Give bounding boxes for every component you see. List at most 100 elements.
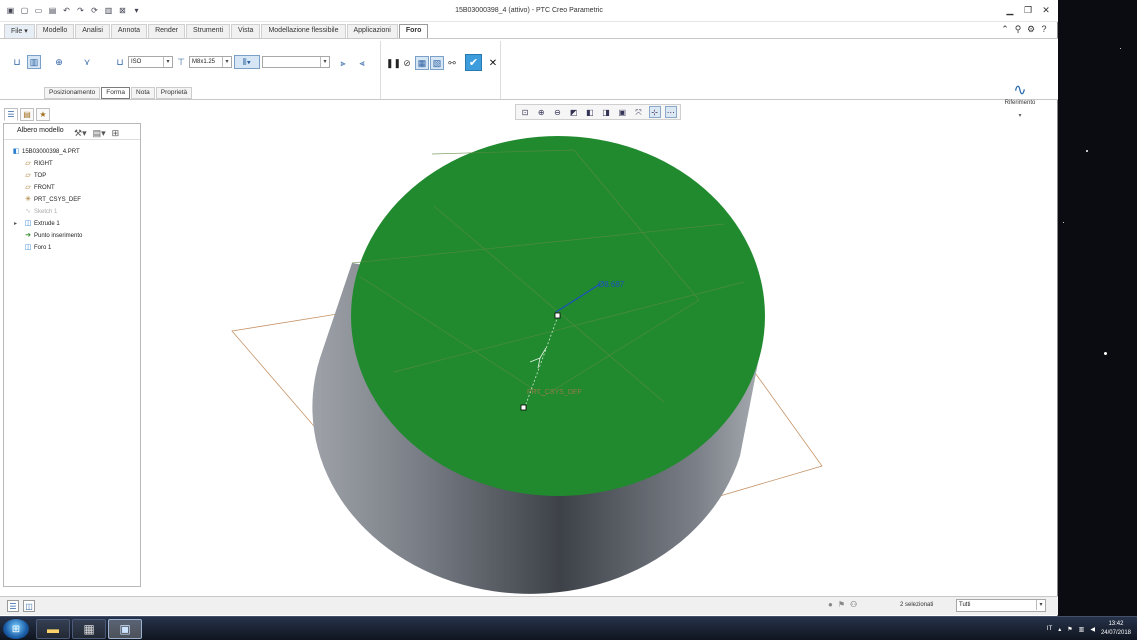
graphics-viewport[interactable]: Ø8.687 PRT_CSYS_DEF: [144, 122, 1058, 594]
subtab-0[interactable]: Posizionamento: [44, 87, 101, 99]
tapered-hole-icon[interactable]: ⋎: [80, 55, 94, 69]
clock[interactable]: 13:42 24/07/2018: [1101, 620, 1131, 638]
tree-item-label: 15B03000398_4.PRT: [22, 148, 80, 155]
clock-time: 13:42: [1108, 621, 1124, 627]
pause-icon[interactable]: ❚❚: [385, 56, 401, 70]
hole-diameter-dimension[interactable]: Ø8.687: [598, 280, 625, 289]
placement-handle-top[interactable]: [554, 312, 561, 319]
ribbon-tab-8[interactable]: Applicazioni: [346, 24, 398, 38]
language-indicator[interactable]: IT: [1047, 626, 1052, 632]
regen-status-icon: ●: [828, 600, 833, 609]
thread-size-icon: ⊤: [177, 57, 185, 67]
flag-icon[interactable]: ⚑: [838, 600, 845, 609]
folder-browser-tab-icon[interactable]: ▤: [20, 108, 34, 121]
ribbon-tab-9[interactable]: Foro: [398, 24, 429, 38]
no-preview-icon[interactable]: ⊘: [400, 56, 414, 70]
tree-item[interactable]: ▱ RIGHT: [24, 158, 52, 169]
tree-item[interactable]: ➔ Punto inserimento: [24, 230, 82, 241]
show-browser-icon[interactable]: ◫: [23, 600, 35, 612]
star: [1120, 48, 1121, 49]
annotation-display-icon[interactable]: ⋯: [664, 106, 677, 118]
favorites-tab-icon[interactable]: ★: [36, 108, 50, 121]
start-button[interactable]: ⊞: [3, 619, 29, 639]
network-icon[interactable]: ▥: [1079, 626, 1085, 633]
window-title: 15B03000398_4 (attivo) - PTC Creo Parame…: [455, 7, 603, 14]
app-taskbar-icon[interactable]: ▦: [72, 619, 106, 639]
screw-standard-icon: ⊔: [116, 57, 124, 67]
close-icon[interactable]: ✕: [1040, 4, 1052, 16]
subtab-3[interactable]: Proprietà: [155, 87, 193, 99]
spin-center-icon[interactable]: ⊹: [648, 106, 661, 118]
tree-show-icon[interactable]: ▤▾: [93, 128, 106, 139]
standard-select[interactable]: ISO: [128, 56, 173, 68]
cancel-icon[interactable]: ✕: [486, 56, 500, 70]
simple-hole-icon[interactable]: ⊔: [10, 55, 24, 69]
confirm-icon[interactable]: ✔: [465, 54, 482, 71]
action-center-icon[interactable]: ⚑: [1067, 626, 1072, 633]
preview-icon[interactable]: ▦: [415, 56, 429, 70]
datum-display-icon[interactable]: ⤧: [632, 106, 644, 118]
tree-item[interactable]: ✳ PRT_CSYS_DEF: [24, 194, 81, 205]
refit-icon[interactable]: ⊡: [519, 106, 531, 118]
tree-item-label: TOP: [34, 172, 47, 179]
tapped-hole-icon[interactable]: ⊕: [52, 55, 66, 69]
tree-item[interactable]: ◧ 15B03000398_4.PRT: [12, 146, 80, 157]
ribbon-tab-3[interactable]: Annota: [110, 24, 148, 38]
search-icon[interactable]: ⚲: [1013, 24, 1023, 34]
depth-group: ⫴▾: [234, 55, 330, 69]
star: [1086, 150, 1088, 152]
minimize-icon[interactable]: ▁: [1004, 4, 1016, 16]
expand-icon[interactable]: ▸: [14, 220, 17, 227]
tree-settings-icon[interactable]: ⚒▾: [74, 128, 87, 139]
volume-icon[interactable]: ◀: [1090, 626, 1095, 633]
zoom-in-icon[interactable]: ⊕: [535, 106, 547, 118]
subtab-2[interactable]: Nota: [131, 87, 155, 99]
zoom-out-icon[interactable]: ⊖: [551, 106, 563, 118]
ribbon-tab-5[interactable]: Strumenti: [186, 24, 231, 38]
sketch-icon: ∿: [25, 207, 31, 215]
tray-expand-icon[interactable]: ▴: [1058, 626, 1061, 633]
display-style-icon[interactable]: ◧: [584, 106, 596, 118]
tree-item[interactable]: ◫ Foro 1: [24, 242, 52, 253]
glasses-icon[interactable]: ⚯: [445, 56, 459, 70]
model-tree-tab-icon[interactable]: ☰: [4, 108, 18, 121]
tree-item[interactable]: ▱ FRONT: [24, 182, 54, 193]
tree-filter-icon[interactable]: ⊞: [112, 128, 120, 139]
tree-item[interactable]: ▸ ◫ Extrude 1: [14, 218, 60, 229]
explorer-taskbar-icon[interactable]: ▬: [36, 619, 70, 639]
ribbon-tab-1[interactable]: Modello: [35, 24, 75, 38]
creo-taskbar-icon[interactable]: ▣: [108, 619, 142, 639]
standard-hole-icon[interactable]: ▥: [27, 55, 41, 69]
selection-count[interactable]: 2 selezionati: [900, 602, 933, 608]
placement-handle-bottom[interactable]: [520, 404, 527, 411]
ribbon-tab-6[interactable]: Vista: [231, 24, 261, 38]
verify-mode-icon[interactable]: ▧: [430, 56, 444, 70]
chevron-down-icon[interactable]: ▾: [1002, 112, 1038, 119]
view-manager-icon[interactable]: ▣: [616, 106, 628, 118]
datum-plane-icon: ▱: [25, 183, 31, 191]
tree-item[interactable]: ∿ Sketch 1: [24, 206, 57, 217]
repaint-icon[interactable]: ◩: [568, 106, 580, 118]
flip-direction-icon[interactable]: ⫷: [355, 56, 369, 70]
show-navigator-icon[interactable]: ☰: [7, 600, 19, 612]
ribbon-tab-4[interactable]: Render: [148, 24, 186, 38]
minimize-ribbon-icon[interactable]: ⌃: [1000, 24, 1010, 34]
find-icon[interactable]: ⚇: [850, 600, 857, 609]
window-controls: ▁ ❐ ✕: [1004, 4, 1052, 16]
saved-orientations-icon[interactable]: ◨: [600, 106, 612, 118]
ribbon-tab-2[interactable]: Analisi: [75, 24, 110, 38]
ribbon-tab-0[interactable]: File ▾: [4, 24, 35, 38]
creo-window: ▣ ▢ ▭ ▤ ↶ ↷ ⟳ ▥ ⊠ ▾ 15B03000398_4 (attiv…: [0, 0, 1058, 616]
help-icon[interactable]: ?: [1039, 24, 1049, 34]
depth-input[interactable]: [262, 56, 330, 68]
depth-option-icon[interactable]: ⫴▾: [234, 55, 260, 69]
ribbon-tab-7[interactable]: Modellazione flessibile: [261, 24, 346, 38]
thread-size-select[interactable]: M8x1.25: [189, 56, 232, 68]
subtab-1[interactable]: Forma: [101, 87, 131, 99]
flip-side-icon[interactable]: ⫸: [336, 56, 350, 70]
restore-icon[interactable]: ❐: [1022, 4, 1034, 16]
tree-item[interactable]: ▱ TOP: [24, 170, 46, 181]
settings-icon[interactable]: ⚙: [1026, 24, 1036, 34]
selection-filter-select[interactable]: Tutti: [956, 599, 1046, 612]
riferimento-group[interactable]: ∿ Riferimento ▾: [1002, 80, 1038, 119]
